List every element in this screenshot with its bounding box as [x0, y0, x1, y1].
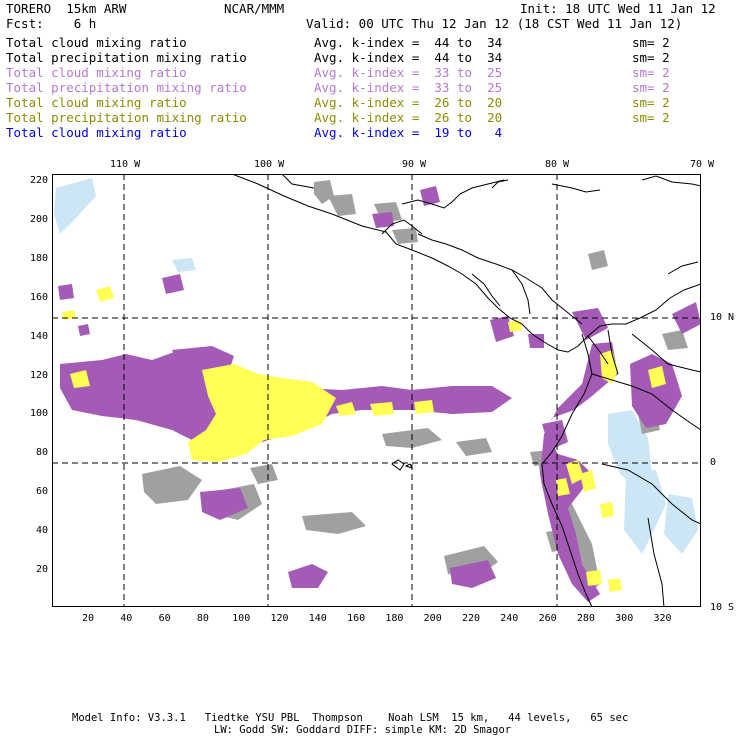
- legend-kindex: Avg. k-index = 26 to 20: [314, 110, 503, 125]
- legend-field: Total cloud mixing ratio: [6, 65, 187, 80]
- legend-row: Total cloud mixing ratio Avg. k-index = 4…: [6, 35, 736, 50]
- legend-kindex: Avg. k-index = 44 to 34: [314, 50, 503, 65]
- map-canvas: [52, 174, 701, 607]
- x-tick-label: 20: [81, 613, 95, 624]
- x-tick-label: 180: [385, 613, 404, 624]
- legend-smoothing: sm= 2: [632, 35, 670, 50]
- legend-kindex: Avg. k-index = 33 to 25: [314, 65, 503, 80]
- y-tick-label: 160: [29, 291, 48, 303]
- legend-row: Total cloud mixing ratio Avg. k-index = 1…: [6, 125, 736, 140]
- lat-label: 10 N: [710, 312, 735, 323]
- physics-info: LW: Godd SW: Goddard DIFF: simple KM: 2D…: [214, 724, 512, 736]
- y-tick-label: 20: [35, 564, 48, 575]
- legend-smoothing: sm= 2: [632, 80, 670, 95]
- y-tick-label: 120: [29, 369, 48, 381]
- x-tick-label: 160: [347, 613, 366, 624]
- forecast-hour: Fcst: 6 h: [6, 16, 97, 31]
- x-tick-label: 80: [196, 613, 209, 624]
- x-tick-label: 280: [576, 613, 595, 624]
- legend-field: Total cloud mixing ratio: [6, 125, 187, 140]
- x-tick-label: 320: [653, 613, 672, 624]
- org-label: NCAR/MMM: [224, 1, 285, 16]
- legend-field: Total precipitation mixing ratio: [6, 50, 247, 65]
- legend-row: Total cloud mixing ratio Avg. k-index = 3…: [6, 65, 736, 80]
- y-tick-label: 220: [29, 175, 48, 186]
- legend-kindex: Avg. k-index = 26 to 20: [314, 95, 503, 110]
- y-tick-label: 100: [29, 408, 48, 420]
- x-tick-label: 200: [423, 613, 442, 624]
- legend-kindex: Avg. k-index = 33 to 25: [314, 80, 503, 95]
- legend-row: Total cloud mixing ratio Avg. k-index = 2…: [6, 95, 736, 110]
- legend-row: Total precipitation mixing ratio Avg. k-i…: [6, 50, 736, 65]
- legend-smoothing: sm= 2: [632, 50, 670, 65]
- x-tick-label: 260: [538, 613, 557, 624]
- x-tick-label: 240: [500, 613, 519, 624]
- lon-label: 110 W: [110, 159, 141, 170]
- lon-label: 100 W: [254, 159, 285, 170]
- model-info: Model Info: V3.3.1 Tiedtke YSU PBL Thomp…: [72, 712, 629, 724]
- legend-field: Total cloud mixing ratio: [6, 35, 187, 50]
- legend-smoothing: sm= 2: [632, 110, 670, 125]
- lon-label: 70 W: [690, 159, 715, 170]
- lon-label: 80 W: [545, 159, 570, 170]
- lat-label: 10 S: [710, 602, 735, 613]
- legend-row: Total precipitation mixing ratio Avg. k-i…: [6, 80, 736, 95]
- x-tick-label: 300: [615, 613, 634, 624]
- legend-kindex: Avg. k-index = 44 to 34: [314, 35, 503, 50]
- valid-time: Valid: 00 UTC Thu 12 Jan 12 (18 CST Wed …: [306, 16, 683, 31]
- x-tick-label: 60: [158, 613, 171, 624]
- lon-label: 90 W: [402, 159, 427, 170]
- x-tick-label: 140: [308, 613, 327, 624]
- map-panel: [52, 174, 701, 607]
- model-title: TORERO 15km ARW: [6, 1, 127, 16]
- y-tick-label: 140: [29, 330, 48, 342]
- y-tick-label: 180: [29, 252, 48, 264]
- y-tick-label: 60: [35, 486, 48, 498]
- y-tick-label: 40: [35, 525, 48, 537]
- legend-smoothing: sm= 2: [632, 65, 670, 80]
- legend-kindex: Avg. k-index = 19 to 4: [314, 125, 503, 140]
- init-time: Init: 18 UTC Wed 11 Jan 12: [520, 1, 716, 16]
- x-tick-label: 100: [232, 613, 251, 624]
- lat-label: 0: [710, 457, 717, 468]
- legend-smoothing: sm= 2: [632, 95, 670, 110]
- legend-field: Total precipitation mixing ratio: [6, 110, 247, 125]
- x-tick-label: 120: [270, 613, 289, 624]
- x-tick-label: 220: [461, 613, 481, 624]
- legend-field: Total cloud mixing ratio: [6, 95, 187, 110]
- legend-row: Total precipitation mixing ratio Avg. k-i…: [6, 110, 736, 125]
- x-tick-label: 40: [120, 613, 133, 624]
- y-tick-label: 80: [35, 447, 48, 459]
- legend-field: Total precipitation mixing ratio: [6, 80, 247, 95]
- y-tick-label: 200: [29, 213, 48, 225]
